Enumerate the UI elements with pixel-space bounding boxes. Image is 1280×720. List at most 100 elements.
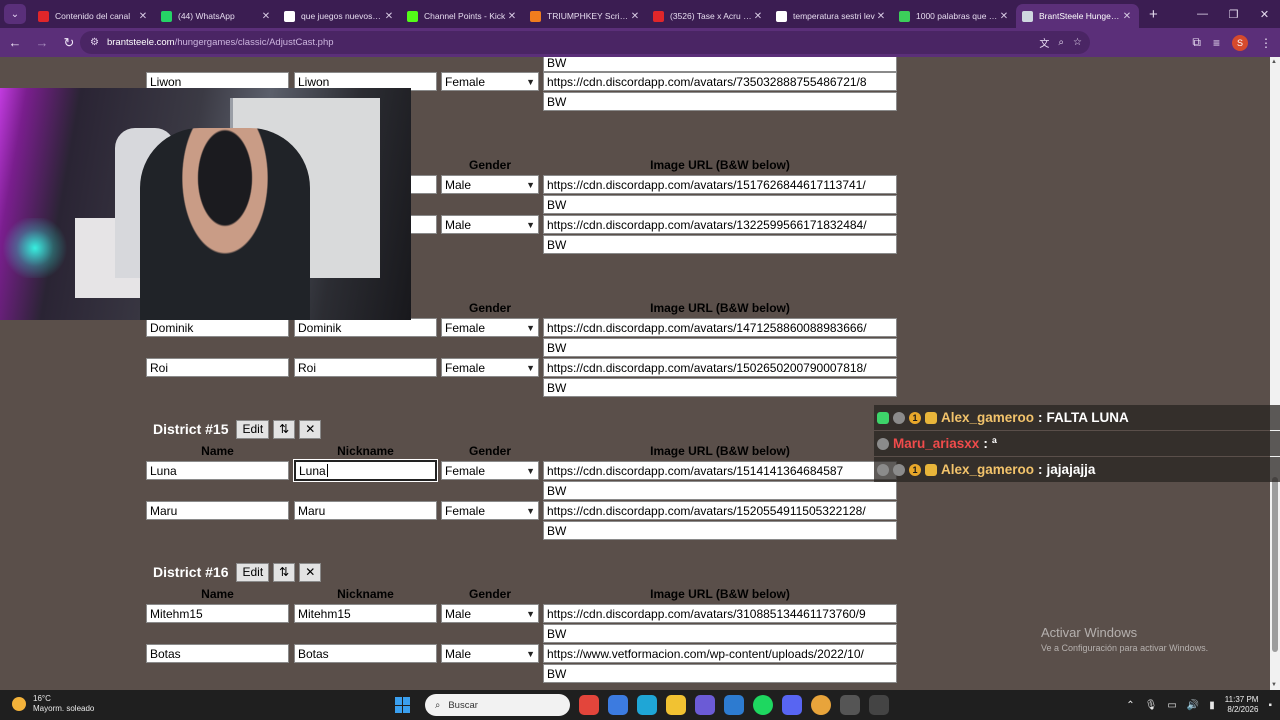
nickname-input[interactable]: Roi [294,358,437,377]
browser-tab[interactable]: 1000 palabras que rim ✕ [893,4,1016,28]
browser-tab[interactable]: temperatura sestri lev ✕ [770,4,893,28]
microphone-icon[interactable]: 🎙 [1145,700,1158,711]
nickname-input[interactable]: Maru [294,501,437,520]
bw-url-input[interactable]: BW [543,378,897,397]
teams-icon[interactable] [695,695,715,715]
page-scrollbar[interactable]: ▲ ▼ [1270,57,1280,690]
image-url-input[interactable]: https://cdn.discordapp.com/avatars/15205… [543,501,897,520]
gender-select[interactable]: Male ▼ [441,175,539,194]
image-url-input[interactable]: https://cdn.discordapp.com/avatars/31088… [543,604,897,623]
bookmark-star-icon[interactable]: ☆ [1073,37,1082,48]
name-input[interactable]: Luna [146,461,289,480]
close-tab-icon[interactable]: ✕ [1121,11,1133,22]
gender-select[interactable]: Female ▼ [441,72,539,91]
spotify-icon[interactable] [753,695,773,715]
scroll-up-icon[interactable]: ▲ [1271,59,1277,65]
chrome-icon[interactable] [579,695,599,715]
name-input[interactable]: Mitehm15 [146,604,289,623]
close-tab-icon[interactable]: ✕ [875,11,887,22]
close-tab-icon[interactable]: ✕ [752,11,764,22]
browser-tab[interactable]: (3526) Tase x Acru x C ✕ [647,4,770,28]
site-info-icon[interactable]: ⚙ [90,37,99,48]
browser-tab[interactable]: Channel Points - Kick ✕ [401,4,524,28]
browser-menu-icon[interactable]: ⋮ [1260,36,1272,50]
forward-icon[interactable]: → [30,31,54,55]
restore-icon[interactable]: ❐ [1218,0,1249,28]
bw-url-input[interactable]: BW [543,92,897,111]
close-tab-icon[interactable]: ✕ [506,11,518,22]
new-tab-button[interactable]: + [1149,6,1158,23]
browser-tab[interactable]: BrantSteele Hunger G ✕ [1016,4,1139,28]
close-tab-icon[interactable]: ✕ [260,11,272,22]
chrome-profile-icon[interactable] [811,695,831,715]
tab-search-icon[interactable]: ⌄ [4,4,26,24]
image-url-input[interactable]: https://www.vetformacion.com/wp-content/… [543,644,897,663]
profile-avatar[interactable]: S [1232,34,1248,51]
zoom-icon[interactable]: ⌕ [1058,37,1064,48]
gender-select[interactable]: Female ▼ [441,501,539,520]
network-icon[interactable]: ▭ [1167,700,1176,711]
discord-icon[interactable] [782,695,802,715]
remove-icon[interactable]: ✕ [299,562,322,582]
gender-select[interactable]: Male ▼ [441,215,539,234]
gender-select[interactable]: Female ▼ [441,358,539,377]
image-url-input[interactable]: https://cdn.discordapp.com/avatars/13225… [543,215,897,234]
scrollbar-thumb[interactable] [1272,477,1278,652]
gender-select[interactable]: Male ▼ [441,644,539,663]
taskbar-search[interactable]: ⌕ Buscar [425,694,570,716]
scroll-down-icon[interactable]: ▼ [1271,682,1277,688]
image-url-input[interactable]: https://cdn.discordapp.com/avatars/15141… [543,461,897,480]
browser-tab[interactable]: Contenido del canal ✕ [32,4,155,28]
bw-url-input[interactable]: BW [543,624,897,643]
name-input[interactable]: Roi [146,358,289,377]
close-window-icon[interactable]: ✕ [1249,0,1280,28]
nickname-input[interactable]: Botas [294,644,437,663]
notifications-icon[interactable]: ▪ [1268,700,1272,711]
browser-tab[interactable]: TRIUMPHKEY Scrivan ✕ [524,4,647,28]
media-controls-icon[interactable]: ≡ [1213,36,1220,50]
mail-icon[interactable] [724,695,744,715]
windows-start-icon[interactable] [395,697,411,713]
edge-icon[interactable] [637,695,657,715]
browser-tab[interactable]: que juegos nuevos va ✕ [278,4,401,28]
image-url-input[interactable]: https://cdn.discordapp.com/avatars/73503… [543,72,897,91]
minimize-icon[interactable]: — [1187,0,1218,28]
nickname-input[interactable]: Dominik [294,318,437,337]
bw-url-input[interactable]: BW [543,195,897,214]
gender-select[interactable]: Female ▼ [441,318,539,337]
edit-district-button[interactable]: Edit [236,419,270,439]
name-input[interactable]: Maru [146,501,289,520]
bw-url-input[interactable]: BW [543,481,897,500]
bw-url-input[interactable]: BW [543,235,897,254]
close-tab-icon[interactable]: ✕ [137,11,149,22]
bw-url-input[interactable]: BW [543,521,897,540]
image-url-input[interactable]: https://cdn.discordapp.com/avatars/15026… [543,358,897,377]
chevron-up-icon[interactable]: ⌃ [1126,700,1134,711]
weather-widget[interactable]: 16°C Mayorm. soleado [12,694,94,714]
edit-district-button[interactable]: Edit [236,562,270,582]
capcut-icon[interactable] [869,695,889,715]
gender-select[interactable]: Female ▼ [441,461,539,480]
volume-icon[interactable]: 🔊 [1187,700,1199,711]
obs-icon[interactable] [840,695,860,715]
translate-icon[interactable]: 文 [1039,35,1049,50]
store-icon[interactable] [608,695,628,715]
swap-icon[interactable]: ⇅ [273,562,296,582]
close-tab-icon[interactable]: ✕ [629,11,641,22]
nickname-input-focused[interactable]: Luna [294,460,437,481]
reload-icon[interactable]: ↻ [57,31,81,55]
image-url-input[interactable]: https://cdn.discordapp.com/avatars/15176… [543,175,897,194]
swap-icon[interactable]: ⇅ [273,419,296,439]
bw-url-input[interactable]: BW [543,338,897,357]
browser-tab[interactable]: (44) WhatsApp ✕ [155,4,278,28]
close-tab-icon[interactable]: ✕ [383,11,395,22]
file-explorer-icon[interactable] [666,695,686,715]
image-url-input[interactable]: https://cdn.discordapp.com/avatars/14712… [543,318,897,337]
close-tab-icon[interactable]: ✕ [998,11,1010,22]
taskbar-clock[interactable]: 11:37 PM 8/2/2026 [1225,695,1259,715]
battery-icon[interactable]: ▮ [1209,700,1215,711]
extensions-icon[interactable]: ⧉ [1192,35,1201,50]
name-input[interactable]: Dominik [146,318,289,337]
nickname-input[interactable]: Mitehm15 [294,604,437,623]
name-input[interactable]: Botas [146,644,289,663]
